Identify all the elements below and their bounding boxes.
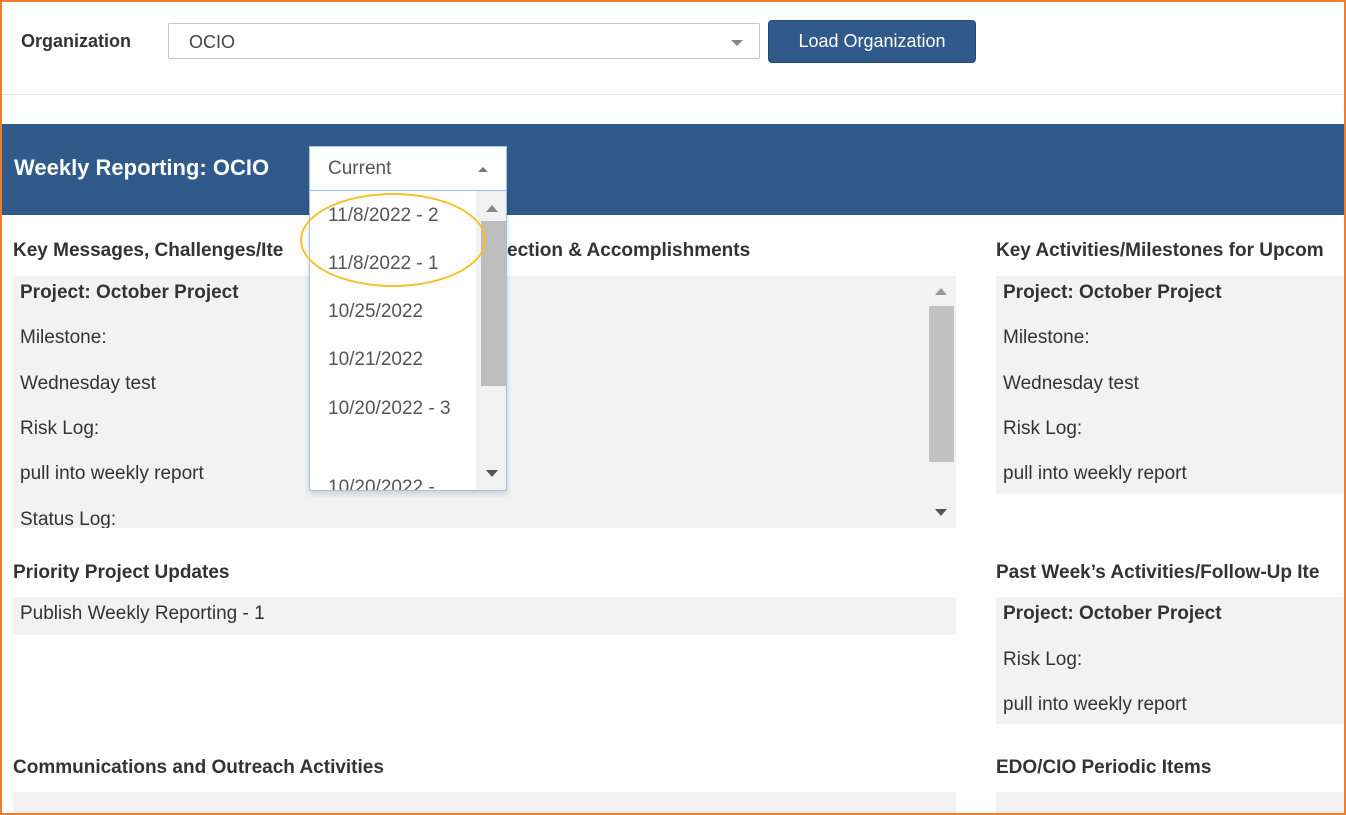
period-option[interactable]: 11/8/2022 - 1 bbox=[328, 249, 468, 279]
text-line: Wednesday test bbox=[1003, 373, 1139, 394]
section-title-priority-updates: Priority Project Updates bbox=[13, 562, 230, 583]
period-option[interactable]: 10/20/2022 - bbox=[328, 473, 468, 490]
report-period-select[interactable]: Current bbox=[309, 146, 507, 191]
project-heading: Project: October Project bbox=[20, 282, 239, 303]
divider bbox=[2, 94, 1344, 95]
text-line: pull into weekly report bbox=[20, 463, 204, 484]
text-line: Milestone: bbox=[1003, 327, 1090, 348]
section-title-key-activities: Key Activities/Milestones for Upcom bbox=[996, 240, 1324, 261]
text-line: Risk Log: bbox=[1003, 649, 1083, 670]
organization-label: Organization bbox=[21, 31, 132, 51]
project-heading: Project: October Project bbox=[1003, 282, 1222, 303]
scroll-down-arrow-icon[interactable] bbox=[486, 470, 498, 477]
period-option[interactable]: 11/8/2022 - 2 bbox=[328, 201, 468, 231]
text-line: Status Log: bbox=[20, 509, 117, 528]
communications-panel bbox=[13, 792, 956, 813]
report-period-dropdown-list: 11/8/2022 - 2 11/8/2022 - 1 10/25/2022 1… bbox=[309, 191, 507, 491]
dropdown-scrollbar[interactable] bbox=[476, 191, 506, 490]
organization-select[interactable]: OCIO bbox=[168, 23, 760, 59]
organization-selected-value: OCIO bbox=[189, 32, 236, 52]
edo-cio-panel bbox=[996, 792, 1344, 813]
text-line: Risk Log: bbox=[20, 418, 100, 439]
scroll-down-arrow-icon[interactable] bbox=[935, 509, 947, 516]
period-option[interactable]: 10/25/2022 bbox=[328, 297, 468, 327]
report-period-selected-value: Current bbox=[328, 158, 392, 179]
project-heading: Project: October Project bbox=[1003, 603, 1222, 624]
past-week-panel: Project: October Project Risk Log: pull … bbox=[996, 597, 1344, 724]
section-title-key-messages: Key Messages, Challenges/Ite bbox=[13, 240, 284, 261]
weekly-reporting-banner: Weekly Reporting: OCIO bbox=[2, 124, 1344, 215]
page-title: Weekly Reporting: OCIO bbox=[14, 155, 270, 180]
priority-updates-panel: Publish Weekly Reporting - 1 bbox=[13, 597, 956, 635]
text-line: pull into weekly report bbox=[1003, 694, 1187, 715]
text-line: Wednesday test bbox=[20, 373, 156, 394]
chevron-down-icon bbox=[731, 40, 743, 46]
period-option[interactable]: 10/21/2022 bbox=[328, 345, 468, 375]
text-line: pull into weekly report bbox=[1003, 463, 1187, 484]
section-title-key-messages-rest: ection & Accomplishments bbox=[507, 240, 751, 261]
load-organization-button[interactable]: Load Organization bbox=[768, 20, 976, 63]
scrollbar-thumb[interactable] bbox=[929, 306, 954, 462]
list-item: Publish Weekly Reporting - 1 bbox=[20, 603, 265, 624]
chevron-up-icon bbox=[478, 167, 488, 172]
scroll-up-arrow-icon[interactable] bbox=[935, 288, 947, 295]
section-title-communications: Communications and Outreach Activities bbox=[13, 757, 384, 778]
key-activities-panel: Project: October Project Milestone: Wedn… bbox=[996, 276, 1344, 494]
text-line: Risk Log: bbox=[1003, 418, 1083, 439]
scrollbar-thumb[interactable] bbox=[481, 221, 506, 386]
section-title-past-week: Past Week’s Activities/Follow-Up Ite bbox=[996, 562, 1320, 583]
scroll-up-arrow-icon[interactable] bbox=[486, 205, 498, 212]
period-option[interactable]: 10/20/2022 - 3 bbox=[328, 394, 468, 424]
panel-scrollbar[interactable] bbox=[926, 276, 956, 528]
section-title-edo-cio: EDO/CIO Periodic Items bbox=[996, 757, 1212, 778]
text-line: Milestone: bbox=[20, 327, 107, 348]
